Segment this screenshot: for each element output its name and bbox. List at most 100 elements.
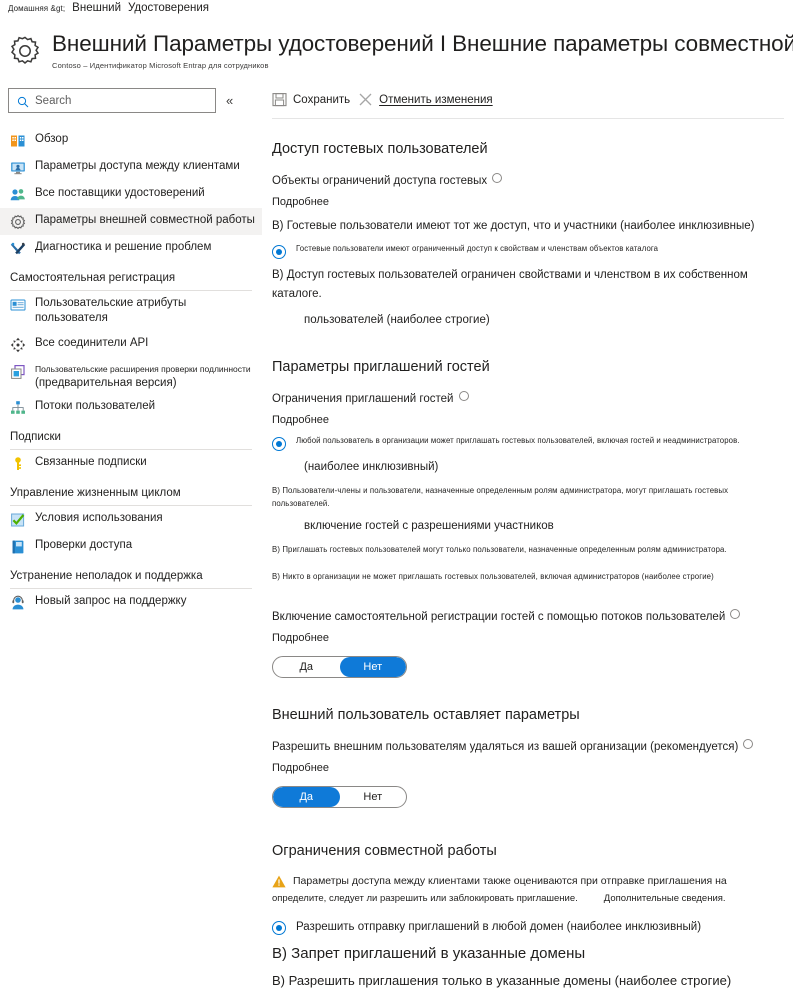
guest-invite-option-5[interactable]: В) Никто в организации не может приглаша… [272, 570, 784, 583]
leave-settings-label: Разрешить внешним пользователям удалятьс… [272, 739, 784, 755]
self-service-toggle[interactable]: Да Нет [272, 656, 407, 678]
toggle-option-no[interactable]: Нет [339, 657, 406, 677]
guest-access-sub-label-text: Объекты ограничений доступа гостевых [272, 175, 488, 187]
radio-button[interactable] [272, 245, 286, 259]
main-content: Доступ гостевых пользователей Объекты ог… [272, 140, 784, 990]
section-guest-invite-settings: Параметры приглашений гостей Ограничения… [272, 358, 784, 583]
collab-option-1[interactable]: В) Запрет приглашений в указанные домены [272, 943, 784, 964]
sidebar-item-cross-tenant-access[interactable]: Параметры доступа между клиентами [0, 154, 262, 181]
id-card-icon [10, 297, 26, 313]
self-service-label-text: Включение самостоятельной регистрации го… [272, 611, 726, 623]
sidebar-item-label: Новый запрос на поддержку [35, 595, 187, 607]
learn-more-link[interactable]: Подробнее [272, 412, 784, 428]
learn-more-link[interactable]: Подробнее [272, 630, 784, 646]
sidebar-group-title: Самостоятельная регистрация [10, 272, 176, 284]
sidebar-item-label: Диагностика и решение проблем [35, 241, 212, 253]
collab-option-0-label: Разрешить отправку приглашений в любой д… [296, 921, 702, 933]
guest-access-option-2[interactable]: В) Доступ гостевых пользователей огранич… [272, 266, 784, 304]
command-bar: Сохранить Save Отменить изменения [272, 92, 493, 112]
collab-warning: Параметры доступа между клиентами также … [272, 873, 784, 889]
sidebar-item-all-api-connectors[interactable]: Все соединители API [0, 331, 262, 358]
sidebar-item-user-flows[interactable]: Потоки пользователей [0, 394, 262, 421]
guest-invite-option-3[interactable]: включение гостей с разрешениями участник… [304, 517, 784, 536]
close-x-icon [358, 92, 373, 107]
help-info-icon[interactable] [743, 739, 754, 749]
help-info-icon[interactable] [730, 609, 741, 619]
sidebar-item-linked-subscriptions[interactable]: Связанные подписки [0, 450, 262, 477]
help-info-icon[interactable] [492, 173, 503, 183]
tools-icon [10, 241, 26, 257]
gear-icon [8, 34, 42, 68]
guest-access-option-0[interactable]: В) Гостевые пользователи имеют тот же до… [272, 217, 784, 236]
chevron-double-left-icon[interactable]: « [226, 94, 233, 107]
save-icon [272, 92, 287, 107]
sidebar-item-label-line2: (предварительная версия) [35, 377, 177, 389]
radio-button[interactable] [272, 921, 286, 935]
sidebar-item-custom-auth-extensions[interactable]: Пользовательские расширения проверки под… [0, 358, 262, 394]
sidebar-item-overview[interactable]: Обзор [0, 127, 262, 154]
collab-option-0[interactable]: Разрешить отправку приглашений в любой д… [272, 919, 784, 936]
guest-access-option-1[interactable]: Гостевые пользователи имеют ограниченный… [272, 243, 784, 259]
sidebar-item-access-reviews[interactable]: Проверки доступа [0, 533, 262, 560]
sidebar-item-terms-of-use[interactable]: Условия использования [0, 506, 262, 533]
learn-more-link[interactable]: Подробнее [272, 194, 784, 210]
guest-invite-sub-label-text: Ограничения приглашений гостей [272, 393, 454, 405]
guest-invite-option-2[interactable]: В) Пользователи-члены и пользователи, на… [272, 484, 784, 510]
sidebar-item-label: Обзор [35, 133, 69, 145]
section-heading: Доступ гостевых пользователей [272, 141, 488, 157]
breadcrumb-segment-external[interactable]: Внешний [72, 2, 121, 14]
guest-invite-option-4[interactable]: В) Приглашать гостевых пользователей мог… [272, 543, 784, 556]
toggle-option-yes[interactable]: Да [273, 657, 340, 677]
collab-option-2[interactable]: В) Разрешить приглашения только в указан… [272, 971, 784, 990]
collab-warning-line2-row: определите, следует ли разрешить или заб… [272, 889, 784, 907]
support-agent-icon [10, 595, 26, 611]
sidebar-item-external-collaboration-settings[interactable]: Параметры внешней совместной работы [0, 208, 262, 235]
search-input[interactable]: Search [8, 88, 216, 113]
discard-label: Отменить изменения [379, 93, 493, 106]
sidebar-group-lifecycle: Управление жизненным циклом [0, 477, 262, 506]
page-header: Внешний Параметры удостоверений I Внешни… [8, 30, 793, 70]
sidebar-item-label: Параметры доступа между клиентами [35, 160, 240, 172]
leave-settings-label-text: Разрешить внешним пользователям удалятьс… [272, 741, 739, 753]
guest-invite-option-0[interactable]: Любой пользователь в организации может п… [272, 435, 784, 451]
save-label: Сохранить [293, 93, 351, 106]
section-heading: Ограничения совместной работы [272, 843, 497, 859]
collab-warning-learn-more-link[interactable]: Дополнительные сведения. [604, 891, 726, 907]
section-guest-user-access: Доступ гостевых пользователей Объекты ог… [272, 140, 784, 330]
overview-icon [10, 133, 26, 149]
collab-warning-line1: Параметры доступа между клиентами также … [293, 875, 727, 887]
sidebar-group-troubleshooting: Устранение неполадок и поддержка [0, 560, 262, 589]
sidebar-item-label: Проверки доступа [35, 539, 133, 551]
warning-triangle-icon [272, 875, 286, 888]
save-button[interactable]: Сохранить Save [272, 92, 351, 112]
search-placeholder: Search [35, 94, 72, 107]
monitor-icon [10, 160, 26, 176]
radio-button[interactable] [272, 437, 286, 451]
learn-more-link[interactable]: Подробнее [272, 760, 784, 776]
discard-button[interactable]: Отменить изменения [358, 92, 493, 107]
section-collaboration-restrictions: Ограничения совместной работы Параметры … [272, 842, 784, 990]
leave-settings-toggle[interactable]: Да Нет [272, 786, 407, 808]
section-heading: Внешний пользователь оставляет параметры [272, 707, 580, 723]
flow-icon [10, 400, 26, 416]
search-icon [17, 95, 29, 107]
guest-invite-option-1[interactable]: (наиболее инклюзивный) [304, 458, 784, 477]
breadcrumb-segment-identities[interactable]: Удостоверения [128, 2, 209, 14]
help-info-icon[interactable] [458, 391, 469, 401]
guest-access-option-3[interactable]: пользователей (наиболее строгие) [304, 311, 784, 330]
sidebar-item-label: Пользовательские расширения проверки под… [35, 363, 251, 389]
breadcrumb-home[interactable]: Домашняя &gt; [8, 4, 65, 13]
sidebar-item-custom-user-attributes[interactable]: Пользовательские атрибуты пользователя [0, 291, 262, 331]
sidebar-item-new-support-request[interactable]: Новый запрос на поддержку [0, 589, 262, 616]
sidebar-item-label: Все соединители API [35, 337, 149, 349]
self-service-label: Включение самостоятельной регистрации го… [272, 609, 784, 625]
toggle-option-no[interactable]: Нет [340, 787, 407, 807]
guest-access-option-1-label: Гостевые пользователи имеют ограниченный… [296, 244, 659, 253]
collab-warning-line2: определите, следует ли разрешить или заб… [272, 893, 578, 904]
sidebar-item-all-identity-providers[interactable]: Все поставщики удостоверений [0, 181, 262, 208]
sidebar-item-diagnose-solve-problems[interactable]: Диагностика и решение проблем [0, 235, 262, 262]
breadcrumb: Домашняя &gt; Внешний Удостоверения [8, 2, 209, 14]
sidebar-item-label: Связанные подписки [35, 456, 147, 468]
toggle-option-yes[interactable]: Да [273, 787, 340, 807]
sidebar-item-label: Пользовательские атрибуты пользователя [35, 297, 187, 324]
